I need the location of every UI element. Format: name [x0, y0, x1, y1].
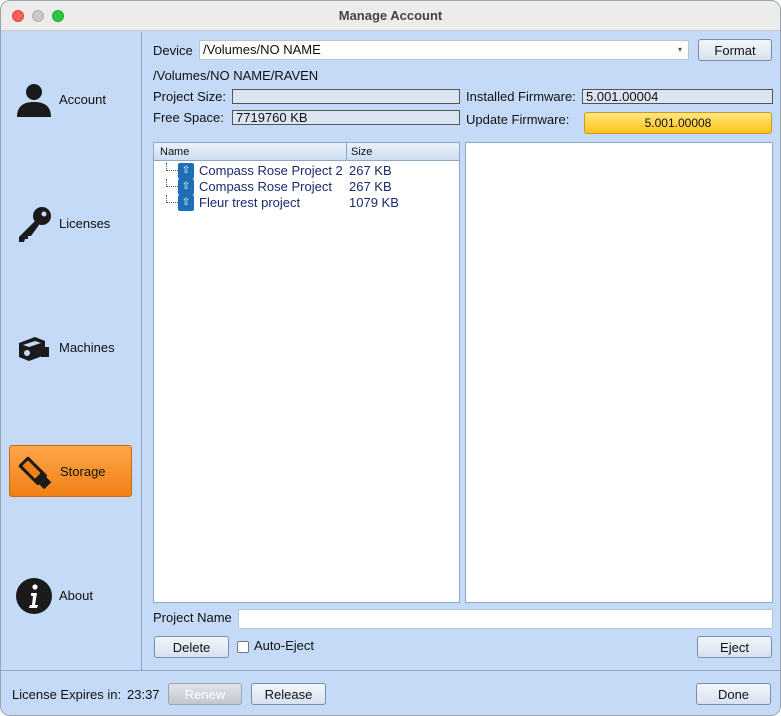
project-file-icon: ⇧ — [178, 163, 194, 179]
tree-connector — [166, 179, 178, 187]
file-name: Compass Rose Project — [199, 179, 332, 194]
file-size: 267 KB — [349, 179, 392, 194]
file-row[interactable]: ⇧ Compass Rose Project 2 267 KB — [154, 163, 459, 179]
project-size-label: Project Size: — [153, 89, 226, 104]
info-icon — [16, 578, 52, 614]
project-name-label: Project Name — [153, 610, 232, 625]
project-file-list[interactable]: Name Size ⇧ Compass Rose Project 2 267 K… — [153, 142, 460, 603]
done-button[interactable]: Done — [696, 683, 771, 705]
sidebar-item-licenses[interactable]: Licenses — [9, 197, 132, 249]
auto-eject-checkbox[interactable] — [237, 641, 249, 653]
installed-firmware-field: 5.001.00004 — [582, 89, 773, 104]
manage-account-window: Manage Account Account Licenses Machines… — [0, 0, 781, 716]
update-firmware-label: Update Firmware: — [466, 112, 570, 127]
sidebar-item-label: Machines — [59, 339, 115, 355]
sidebar-item-label: Licenses — [59, 215, 111, 231]
file-size: 267 KB — [349, 163, 392, 178]
project-preview-panel — [465, 142, 773, 603]
sidebar-item-storage[interactable]: Storage — [9, 445, 132, 497]
eject-button[interactable]: Eject — [697, 636, 772, 658]
device-selected-value: /Volumes/NO NAME — [203, 42, 321, 57]
sidebar: Account Licenses Machines Storage About — [1, 32, 142, 670]
column-header-size[interactable]: Size — [351, 146, 372, 158]
tree-connector — [166, 195, 178, 203]
update-firmware-button[interactable]: 5.001.00008 — [584, 112, 772, 134]
project-name-input[interactable] — [238, 609, 773, 629]
key-icon — [19, 207, 51, 242]
title-bar: Manage Account — [1, 1, 780, 31]
sidebar-item-account[interactable]: Account — [9, 73, 132, 125]
project-file-icon: ⇧ — [178, 195, 194, 211]
file-row[interactable]: ⇧ Compass Rose Project 267 KB — [154, 179, 459, 195]
sidebar-item-about[interactable]: About — [9, 569, 132, 621]
file-size: 1079 KB — [349, 195, 399, 210]
project-file-icon: ⇧ — [178, 179, 194, 195]
chevron-down-icon: ▾ — [677, 45, 682, 54]
license-expires-time: 23:37 — [127, 687, 160, 702]
file-row[interactable]: ⇧ Fleur trest project 1079 KB — [154, 195, 459, 211]
file-name: Compass Rose Project 2 — [199, 163, 343, 178]
sidebar-item-label: About — [59, 587, 93, 603]
device-path: /Volumes/NO NAME/RAVEN — [153, 68, 319, 83]
person-icon — [17, 84, 51, 117]
format-button[interactable]: Format — [698, 39, 772, 61]
free-space-label: Free Space: — [153, 110, 224, 125]
window-title: Manage Account — [338, 8, 443, 23]
free-space-field: 7719760 KB — [232, 110, 460, 125]
sidebar-item-label: Account — [59, 91, 106, 107]
tree-connector — [166, 163, 178, 171]
storage-panel: Device /Volumes/NO NAME ▾ Format /Volume… — [143, 32, 780, 670]
file-name: Fleur trest project — [199, 195, 301, 210]
installed-firmware-label: Installed Firmware: — [466, 89, 576, 104]
device-select[interactable]: /Volumes/NO NAME ▾ — [199, 40, 689, 60]
device-label: Device — [153, 43, 193, 58]
sidebar-item-machines[interactable]: Machines — [9, 321, 132, 373]
release-button[interactable]: Release — [251, 683, 326, 705]
usb-drive-icon — [18, 456, 52, 490]
column-divider — [346, 143, 347, 161]
column-header-name[interactable]: Name — [160, 146, 189, 158]
sidebar-item-label: Storage — [60, 463, 106, 479]
renew-button[interactable]: Renew — [168, 683, 242, 705]
machines-icon — [19, 337, 49, 361]
project-size-field — [232, 89, 460, 104]
footer-bar: License Expires in: 23:37 Renew Release … — [1, 670, 780, 715]
auto-eject-label: Auto-Eject — [254, 638, 314, 653]
file-list-header: Name Size — [154, 143, 459, 161]
license-expires-label: License Expires in: — [12, 687, 122, 702]
delete-button[interactable]: Delete — [154, 636, 229, 658]
